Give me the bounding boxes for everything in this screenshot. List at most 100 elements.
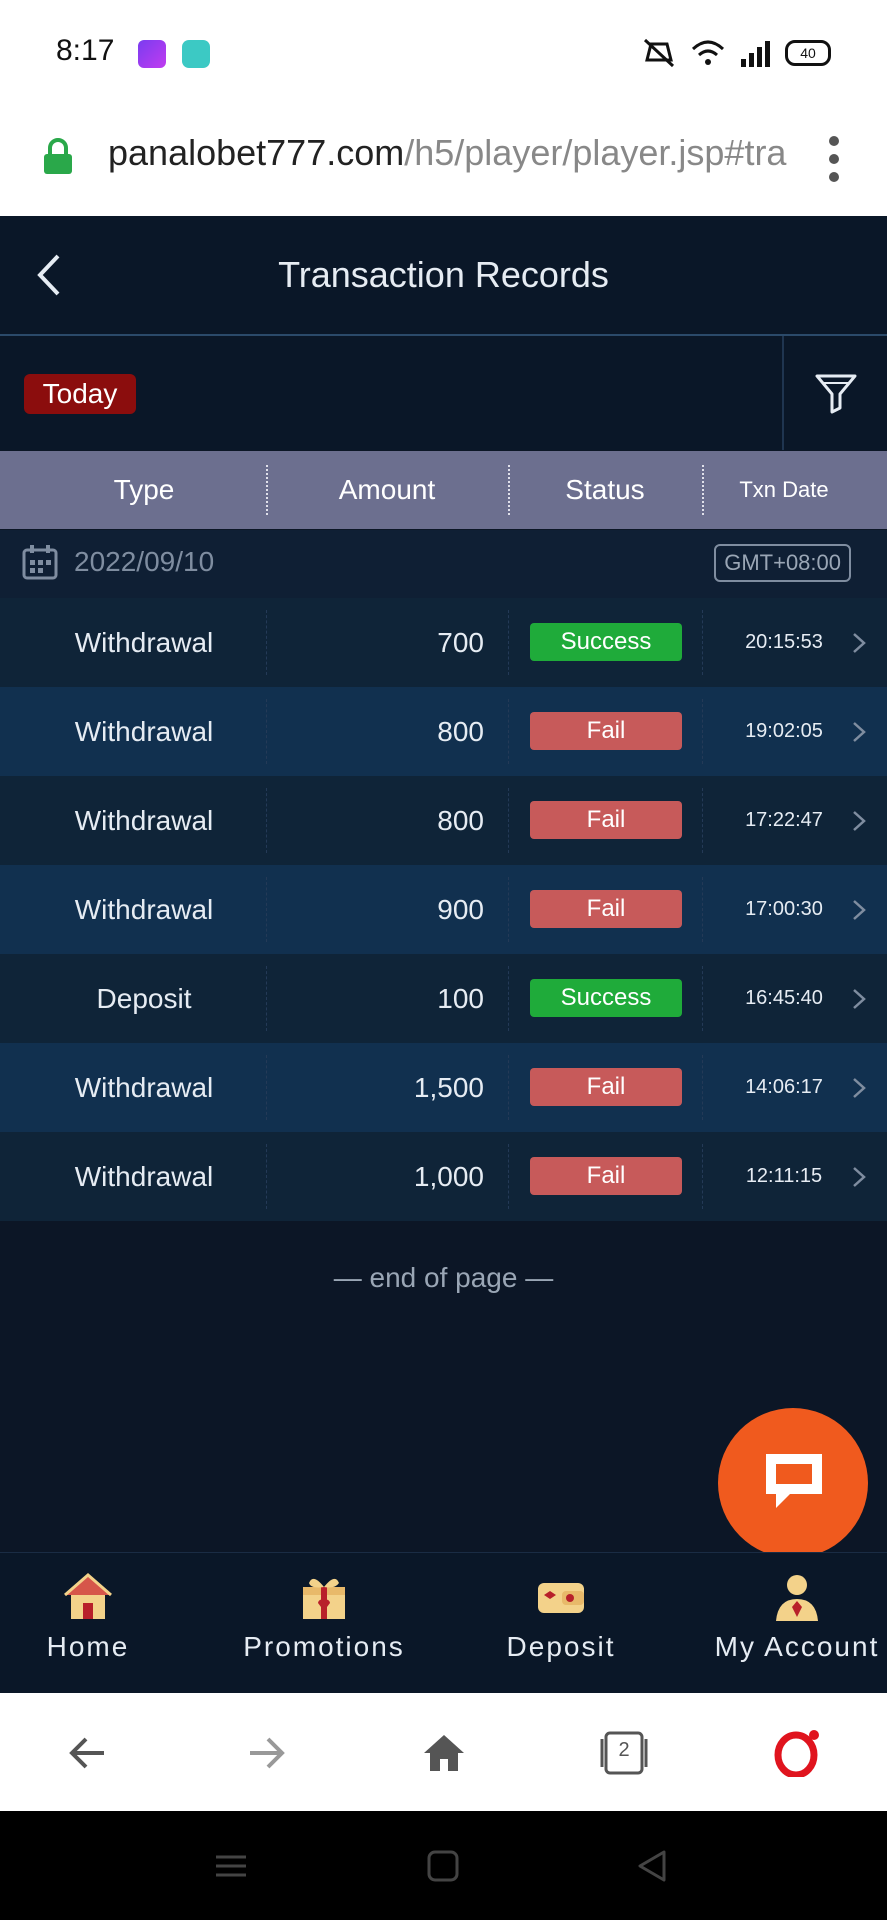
chevron-right-icon[interactable] xyxy=(848,717,870,747)
row-amount: 1,500 xyxy=(413,1072,484,1103)
table-row[interactable]: Withdrawal 900 Fail 17:00:30 xyxy=(0,865,887,954)
table-row[interactable]: Withdrawal 800 Fail 17:22:47 xyxy=(0,776,887,865)
timezone-badge: GMT+08:00 xyxy=(714,544,851,582)
table-row[interactable]: Withdrawal 1,000 Fail 12:11:15 xyxy=(0,1132,887,1221)
app-icon xyxy=(138,40,166,68)
row-status-cell: Fail xyxy=(530,776,682,865)
row-type: Withdrawal xyxy=(74,716,214,747)
row-status-cell: Fail xyxy=(530,1132,682,1221)
chevron-right-icon[interactable] xyxy=(848,806,870,836)
table-row[interactable]: Deposit 100 Success 16:45:40 xyxy=(0,954,887,1043)
status-bar: 8:17 40 xyxy=(0,0,887,108)
status-badge: Fail xyxy=(530,712,682,750)
row-time: 14:06:17 xyxy=(745,1076,823,1098)
chevron-right-icon[interactable] xyxy=(848,1073,870,1103)
row-time: 16:45:40 xyxy=(745,987,823,1009)
row-status-cell: Fail xyxy=(530,1043,682,1132)
nav-home[interactable]: Home xyxy=(0,1569,188,1663)
chat-button[interactable] xyxy=(718,1408,868,1558)
row-status-cell: Fail xyxy=(530,865,682,954)
filter-icon[interactable] xyxy=(814,370,858,414)
row-time: 12:11:15 xyxy=(745,1165,823,1187)
bottom-nav: Home Promotions Deposit My Account xyxy=(0,1552,887,1694)
chat-app-icon xyxy=(182,40,210,68)
table-row[interactable]: Withdrawal 800 Fail 19:02:05 xyxy=(0,687,887,776)
status-icons: 40 xyxy=(641,38,831,68)
column-txn-date: Txn Date xyxy=(739,477,829,502)
nav-my-account-label: My Account xyxy=(714,1631,880,1662)
tab-count: 2 xyxy=(618,1739,630,1761)
home-icon xyxy=(64,1573,112,1619)
filter-bar: Today xyxy=(0,336,887,450)
wallet-icon xyxy=(538,1583,584,1613)
status-badge: Fail xyxy=(530,890,682,928)
table-row[interactable]: Withdrawal 1,500 Fail 14:06:17 xyxy=(0,1043,887,1132)
table-row[interactable]: Withdrawal 700 Success 20:15:53 xyxy=(0,598,887,687)
wifi-icon xyxy=(691,40,725,65)
nav-my-account[interactable]: My Account xyxy=(697,1569,887,1663)
page-header: Transaction Records xyxy=(0,216,887,336)
chevron-right-icon[interactable] xyxy=(848,628,870,658)
chat-bubble-icon xyxy=(766,1454,822,1508)
opera-logo-icon[interactable] xyxy=(772,1729,820,1777)
page-title: Transaction Records xyxy=(278,254,609,295)
column-type: Type xyxy=(113,474,175,505)
row-time: 20:15:53 xyxy=(745,631,823,653)
row-type: Deposit xyxy=(96,983,192,1014)
date-group-row: 2022/09/10 GMT+08:00 xyxy=(0,530,887,598)
table-header: Type Amount Status Txn Date xyxy=(0,451,887,529)
row-type: Withdrawal xyxy=(74,805,214,836)
nav-deposit[interactable]: Deposit xyxy=(461,1569,661,1663)
status-badge: Success xyxy=(530,979,682,1017)
tabs-button[interactable]: 2 xyxy=(596,1729,652,1777)
row-status-cell: Success xyxy=(530,954,682,1043)
browser-forward-icon[interactable] xyxy=(242,1729,290,1777)
calendar-icon xyxy=(22,545,58,580)
row-amount: 1,000 xyxy=(413,1161,484,1192)
chevron-right-icon[interactable] xyxy=(848,984,870,1014)
browser-back-icon[interactable] xyxy=(64,1729,112,1777)
row-amount: 800 xyxy=(437,805,484,836)
account-icon xyxy=(776,1575,818,1621)
nav-promotions[interactable]: Promotions xyxy=(224,1569,424,1663)
system-back-icon[interactable] xyxy=(636,1849,670,1883)
status-badge: Fail xyxy=(530,1068,682,1106)
signal-icon xyxy=(741,41,770,67)
row-type: Withdrawal xyxy=(74,1161,214,1192)
chevron-right-icon[interactable] xyxy=(848,895,870,925)
status-time: 8:17 xyxy=(56,34,115,67)
recent-apps-icon[interactable] xyxy=(214,1849,248,1883)
row-amount: 700 xyxy=(437,627,484,658)
column-amount: Amount xyxy=(338,474,436,505)
browser-url-bar[interactable]: panalobet777.com/h5/player/player.jsp#tr… xyxy=(0,108,887,217)
nav-promotions-label: Promotions xyxy=(243,1631,405,1662)
browser-nav-bar: 2 xyxy=(0,1693,887,1811)
column-status: Status xyxy=(565,474,645,505)
home-button-icon[interactable] xyxy=(426,1849,460,1883)
gift-icon xyxy=(303,1578,345,1619)
chevron-right-icon[interactable] xyxy=(848,1162,870,1192)
row-time: 17:00:30 xyxy=(745,898,823,920)
row-type: Withdrawal xyxy=(74,1072,214,1103)
url-path: /h5/player/player.jsp#tra xyxy=(404,132,787,173)
group-date: 2022/09/10 xyxy=(74,546,215,577)
url-domain: panalobet777.com xyxy=(108,132,405,173)
row-type: Withdrawal xyxy=(74,894,214,925)
row-type: Withdrawal xyxy=(74,627,214,658)
nav-deposit-label: Deposit xyxy=(506,1631,616,1662)
more-menu-icon[interactable] xyxy=(829,128,839,198)
battery-icon: 40 xyxy=(785,40,831,66)
row-amount: 900 xyxy=(437,894,484,925)
status-badge: Fail xyxy=(530,801,682,839)
browser-home-icon[interactable] xyxy=(420,1729,468,1777)
row-time: 17:22:47 xyxy=(745,809,823,831)
url-text[interactable]: panalobet777.com/h5/player/player.jsp#tr… xyxy=(108,132,798,174)
nav-home-label: Home xyxy=(46,1631,130,1662)
lock-icon xyxy=(44,138,72,174)
row-amount: 800 xyxy=(437,716,484,747)
row-amount: 100 xyxy=(437,983,484,1014)
today-filter-chip[interactable]: Today xyxy=(24,374,136,414)
end-of-page-text: — end of page — xyxy=(333,1262,554,1293)
row-status-cell: Success xyxy=(530,598,682,687)
mute-icon xyxy=(643,38,675,68)
